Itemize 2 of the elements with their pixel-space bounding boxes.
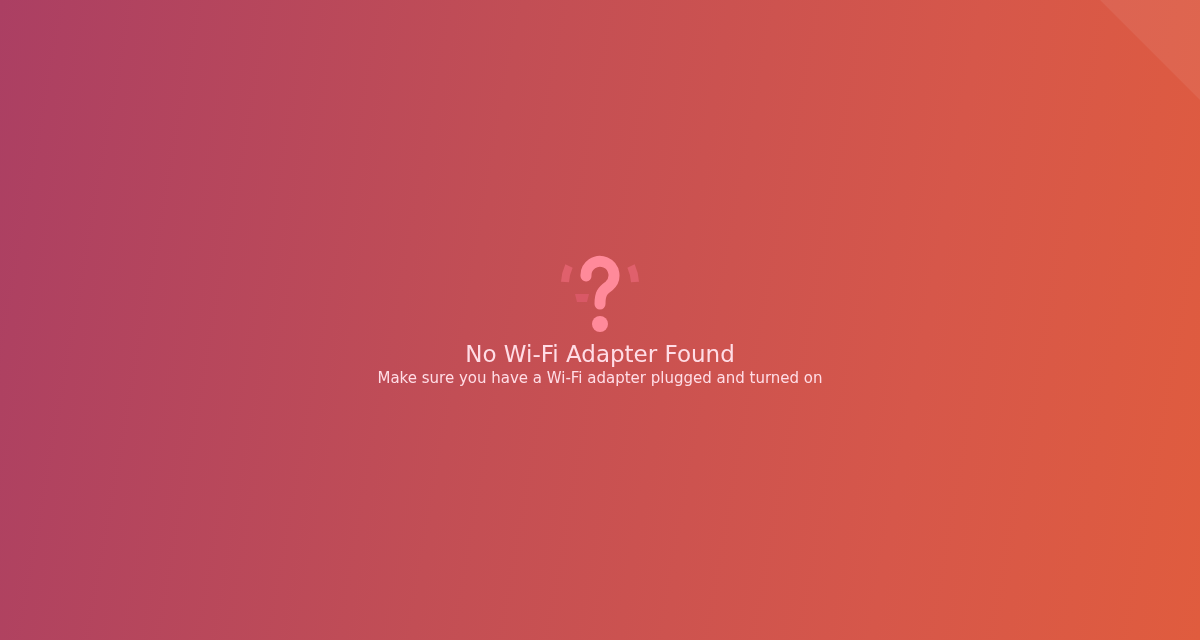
status-message: Make sure you have a Wi-Fi adapter plugged and turned on — [377, 368, 823, 388]
status-title: No Wi-Fi Adapter Found — [465, 340, 735, 368]
